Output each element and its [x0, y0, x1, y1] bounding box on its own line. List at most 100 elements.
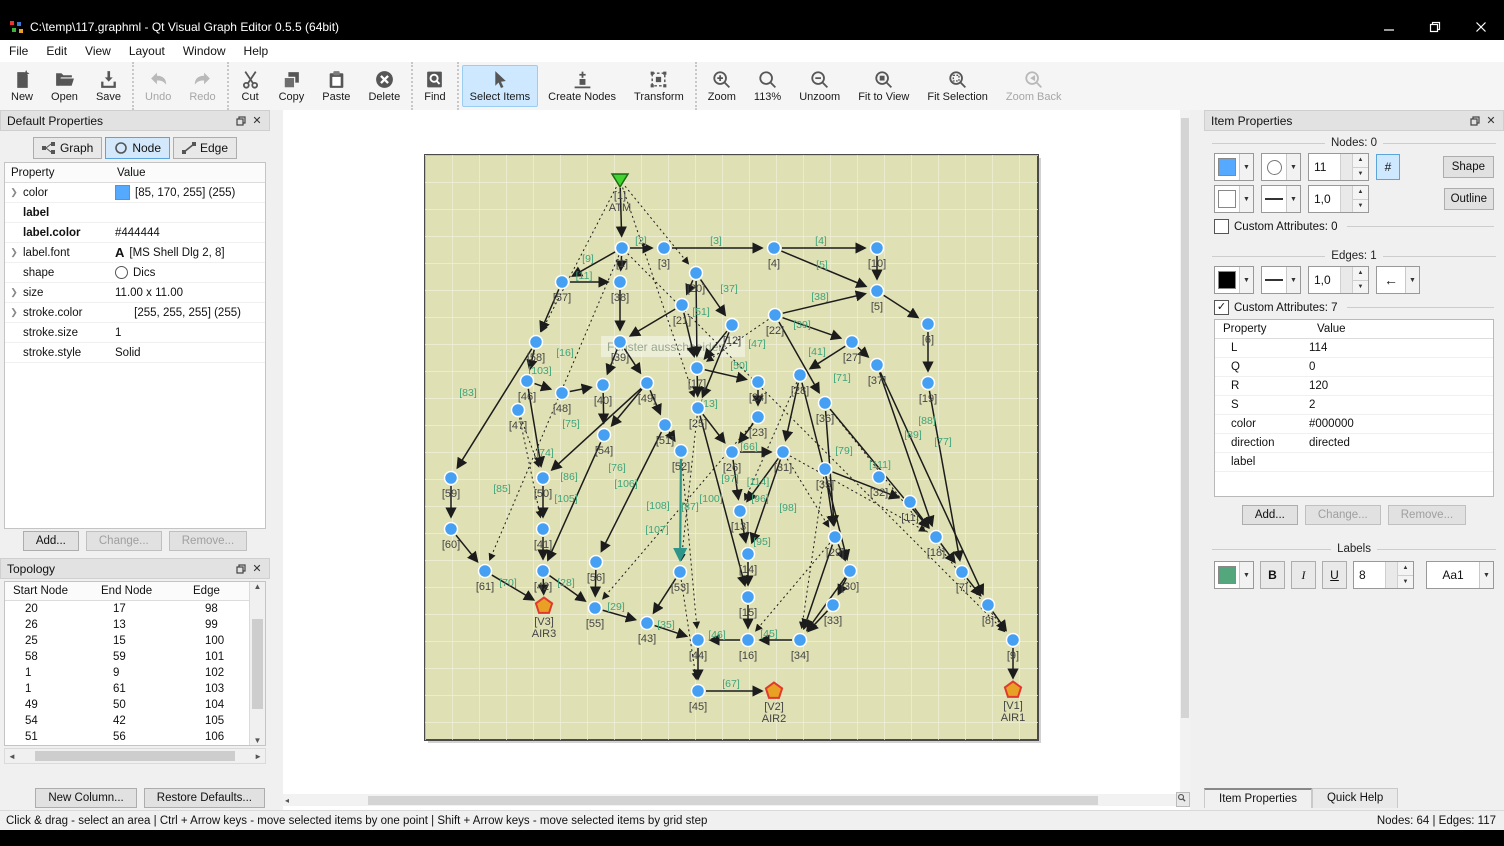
- graph-node-30[interactable]: [844, 565, 857, 578]
- spin-down-icon[interactable]: ▼: [1353, 280, 1368, 294]
- graph-node-19[interactable]: [922, 377, 935, 390]
- graph-node-31[interactable]: [777, 446, 790, 459]
- edge-color-dropdown[interactable]: ▼: [1214, 266, 1254, 294]
- table-row[interactable]: 161103: [5, 681, 265, 697]
- scrollbar-thumb[interactable]: [35, 751, 235, 761]
- graph-node-40[interactable]: [597, 379, 610, 392]
- remove-button[interactable]: Remove...: [169, 531, 247, 551]
- property-value[interactable]: 1: [111, 327, 265, 339]
- graph-node-54[interactable]: [598, 429, 611, 442]
- graph-node-33[interactable]: [827, 599, 840, 612]
- toolbar-delete-button[interactable]: Delete: [360, 65, 408, 107]
- graph-canvas[interactable]: Fenster ausschneiden[2][3][4][5][9][11][…: [283, 110, 1190, 810]
- add-button[interactable]: Add...: [23, 531, 79, 551]
- close-panel-icon[interactable]: ✕: [1483, 114, 1499, 128]
- toolbar-open-button[interactable]: Open: [43, 65, 86, 107]
- toolbar-new-button[interactable]: New: [3, 65, 41, 107]
- graph-node-4[interactable]: [768, 242, 781, 255]
- toolbar-redo-button[interactable]: Redo: [181, 65, 223, 107]
- attribute-row-direction[interactable]: directiondirected: [1215, 434, 1493, 453]
- graph-node-22[interactable]: [769, 309, 782, 322]
- canvas-vertical-scrollbar[interactable]: [1180, 110, 1190, 792]
- attribute-row-color[interactable]: color#000000: [1215, 415, 1493, 434]
- graph-node-35[interactable]: [819, 463, 832, 476]
- property-row-stroke.style[interactable]: stroke.styleSolid: [5, 343, 265, 363]
- graph-node-26[interactable]: [726, 446, 739, 459]
- graph-node-32[interactable]: [873, 471, 886, 484]
- property-row-size[interactable]: ❯size11.00 x 11.00: [5, 283, 265, 303]
- graph-node-1[interactable]: [616, 242, 629, 255]
- graph-node-13[interactable]: [734, 505, 747, 518]
- graph-node-58[interactable]: [530, 336, 543, 349]
- graph-node-36[interactable]: [819, 397, 832, 410]
- attribute-row-L[interactable]: L114: [1215, 339, 1493, 358]
- property-row-label[interactable]: label: [5, 203, 265, 223]
- table-row[interactable]: 5859101: [5, 649, 265, 665]
- graph-node-43[interactable]: [641, 617, 654, 630]
- shape-button[interactable]: Shape: [1443, 156, 1494, 178]
- column-header[interactable]: End Node: [93, 585, 185, 597]
- expand-arrow-icon[interactable]: ❯: [5, 247, 23, 258]
- property-value[interactable]: [85, 170, 255] (255): [111, 185, 265, 200]
- toolbar-create-nodes-button[interactable]: Create Nodes: [540, 65, 624, 107]
- toolbar-fit-selection-button[interactable]: Fit Selection: [919, 65, 996, 107]
- property-value[interactable]: Solid: [111, 347, 265, 359]
- attribute-value[interactable]: #000000: [1309, 418, 1493, 430]
- toolbar-zoom-level-button[interactable]: 113%: [746, 65, 789, 107]
- scrollbar-thumb[interactable]: [252, 619, 263, 709]
- graph-node-16[interactable]: [742, 634, 755, 647]
- node-shape-dropdown[interactable]: ▼: [1261, 153, 1301, 181]
- graph-node-20[interactable]: [690, 267, 703, 280]
- toolbar-save-button[interactable]: Save: [88, 65, 129, 107]
- property-row-stroke.size[interactable]: stroke.size1: [5, 323, 265, 343]
- graph-node-17[interactable]: [691, 362, 704, 375]
- table-row[interactable]: 5442105: [5, 713, 265, 729]
- table-row[interactable]: 5243107: [5, 745, 265, 746]
- close-panel-icon[interactable]: ✕: [249, 562, 265, 576]
- scroll-up-icon[interactable]: ▲: [254, 582, 262, 591]
- add-button[interactable]: Add...: [1242, 505, 1298, 525]
- toolbar-transform-button[interactable]: Transform: [626, 65, 692, 107]
- graph-node-41[interactable]: [537, 523, 550, 536]
- nodes-custom-attributes-checkbox[interactable]: [1214, 219, 1229, 234]
- toolbar-zoom-button[interactable]: Zoom: [700, 65, 744, 107]
- column-header[interactable]: Start Node: [5, 585, 93, 597]
- topology-horizontal-scrollbar[interactable]: ◄ ►: [4, 748, 266, 764]
- spin-up-icon[interactable]: ▲: [1353, 154, 1368, 167]
- table-row[interactable]: 5156106: [5, 729, 265, 745]
- graph-node-11[interactable]: [904, 496, 917, 509]
- topology-vertical-scrollbar[interactable]: ▲▼: [249, 582, 265, 745]
- graph-node-3[interactable]: [658, 242, 671, 255]
- expand-arrow-icon[interactable]: ❯: [5, 187, 23, 198]
- attribute-value[interactable]: 2: [1309, 399, 1493, 411]
- edges-custom-attributes-checkbox[interactable]: ✓: [1214, 300, 1229, 315]
- remove-button[interactable]: Remove...: [1388, 505, 1466, 525]
- toolbar-find-button[interactable]: Find: [416, 65, 453, 107]
- graph-node-45[interactable]: [692, 685, 705, 698]
- scroll-down-icon[interactable]: ▼: [254, 736, 262, 745]
- close-button[interactable]: [1458, 14, 1504, 40]
- graph-node-14[interactable]: [742, 548, 755, 561]
- spin-up-icon[interactable]: ▲: [1353, 186, 1368, 199]
- attribute-value[interactable]: 114: [1309, 342, 1493, 354]
- graph-node-34[interactable]: [794, 634, 807, 647]
- restore-defaults-button[interactable]: Restore Defaults...: [144, 788, 265, 808]
- label-preset-dropdown[interactable]: Aa1▼: [1426, 561, 1494, 589]
- attribute-value[interactable]: 0: [1309, 361, 1493, 373]
- edge-width-spinner[interactable]: 1,0▲▼: [1308, 266, 1369, 294]
- attribute-row-S[interactable]: S2: [1215, 396, 1493, 415]
- graph-node-47[interactable]: [512, 404, 525, 417]
- graph-node-38[interactable]: [614, 276, 627, 289]
- restore-button[interactable]: [1412, 14, 1458, 40]
- property-row-label.color[interactable]: label.color#444444: [5, 223, 265, 243]
- spin-down-icon[interactable]: ▼: [1353, 167, 1368, 181]
- table-row[interactable]: 2515100: [5, 633, 265, 649]
- graph-node-27[interactable]: [846, 336, 859, 349]
- toolbar-zoom-back-button[interactable]: Zoom Back: [998, 65, 1070, 107]
- node-stroke-width-spinner[interactable]: 1,0▲▼: [1308, 185, 1369, 213]
- toolbar-unzoom-button[interactable]: Unzoom: [791, 65, 848, 107]
- table-row[interactable]: 201798: [5, 601, 265, 617]
- menu-view[interactable]: View: [76, 41, 120, 61]
- property-value[interactable]: [255, 255, 255] (255): [111, 307, 265, 319]
- change-button[interactable]: Change...: [1305, 505, 1381, 525]
